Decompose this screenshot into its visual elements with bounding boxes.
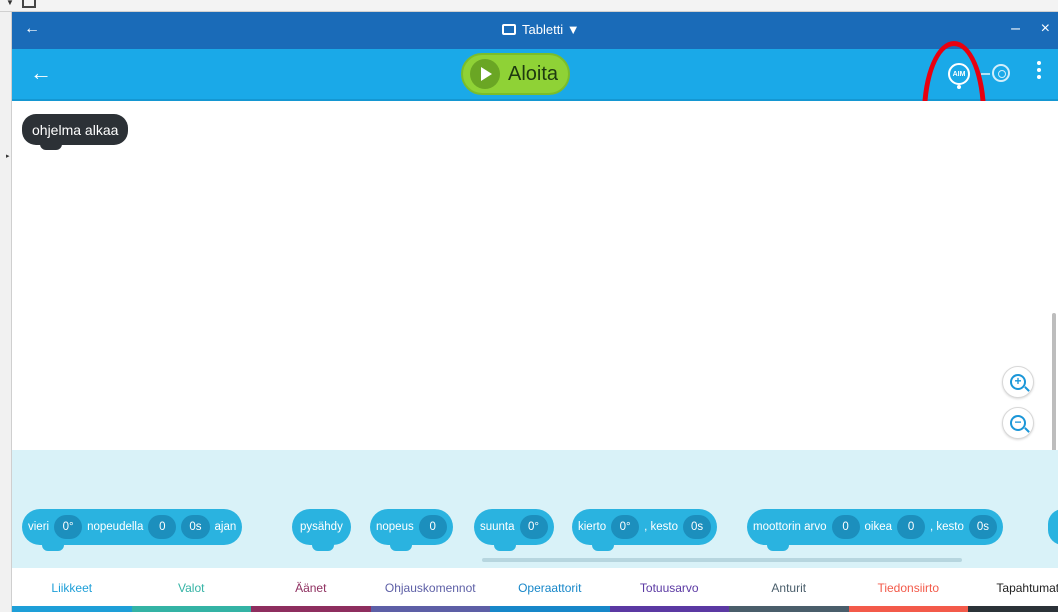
roll-block[interactable]: vieri 0° nopeudella 0 0s ajan xyxy=(22,509,243,551)
window-titlebar: ← Tabletti ▼ – × xyxy=(12,12,1058,49)
next-block-partial[interactable] xyxy=(1048,509,1058,545)
tab-7[interactable]: Anturit xyxy=(729,568,849,612)
tab-label: Totuusarvo xyxy=(639,581,699,595)
tab-color-bar xyxy=(609,606,729,612)
speed-value-field[interactable]: 0 xyxy=(418,515,447,539)
collapse-caret-icon: ▼ xyxy=(6,0,14,7)
play-icon xyxy=(470,59,500,89)
tab-color-bar xyxy=(131,606,251,612)
stop-block[interactable]: pysähdy xyxy=(292,509,351,551)
background-checkbox xyxy=(22,0,36,8)
block-text: vieri xyxy=(28,521,50,533)
right-motor-field[interactable]: 0 xyxy=(897,515,926,539)
palette-scrollbar[interactable] xyxy=(482,558,962,562)
block-text: nopeudella xyxy=(87,521,144,533)
tab-color-bar xyxy=(729,606,849,612)
zoom-out-icon: − xyxy=(1010,415,1026,431)
device-selector-label: Tabletti ▼ xyxy=(522,22,580,37)
toolbar-divider xyxy=(981,73,990,75)
tab-5[interactable]: Operaattorit xyxy=(490,568,610,612)
background-window-edge: ▸ xyxy=(0,12,12,612)
program-canvas[interactable]: ohjelma alkaa + − xyxy=(12,101,1058,463)
block-text: , kesto xyxy=(930,521,964,533)
block-text: suunta xyxy=(480,521,515,533)
heading-value-field[interactable]: 0° xyxy=(519,515,548,539)
start-program-button[interactable]: Aloita xyxy=(461,53,570,95)
spin-angle-field[interactable]: 0° xyxy=(611,515,640,539)
tab-label: Anturit xyxy=(771,581,807,595)
heading-block[interactable]: suunta 0° xyxy=(474,509,554,551)
speed-field[interactable]: 0 xyxy=(148,515,177,539)
device-selector[interactable]: Tabletti ▼ xyxy=(502,22,580,37)
block-text: pysähdy xyxy=(300,521,343,533)
tab-2[interactable]: Valot xyxy=(131,568,251,612)
app-toolbar: ← Aloita AIM xyxy=(12,41,1058,187)
background-marker-icon: ▸ xyxy=(6,153,10,160)
robot-settings-icon[interactable] xyxy=(992,64,1010,82)
close-button[interactable]: × xyxy=(1041,20,1050,38)
block-text: , kesto xyxy=(644,521,679,533)
tab-label: Ohjauskomennot xyxy=(384,581,476,595)
tab-color-bar xyxy=(490,606,610,612)
raw-motor-block[interactable]: moottorin arvo 0 oikea 0 , kesto 0s xyxy=(747,509,1004,551)
app-window: ← Tabletti ▼ – × ← Aloita AIM ohjelma al… xyxy=(12,12,1058,612)
tab-color-bar xyxy=(251,606,371,612)
block-text: kierto xyxy=(578,521,607,533)
tab-label: Liikkeet xyxy=(51,581,93,595)
tab-label: Operaattorit xyxy=(518,581,582,595)
tab-label: Tiedonsiirto xyxy=(877,581,940,595)
tab-4[interactable]: Ohjauskomennot xyxy=(370,568,490,612)
duration-field[interactable]: 0s xyxy=(181,515,210,539)
canvas-scrollbar[interactable] xyxy=(1052,313,1056,463)
program-start-block[interactable]: ohjelma alkaa xyxy=(22,114,129,150)
spin-duration-field[interactable]: 0s xyxy=(683,515,712,539)
window-back-button[interactable]: ← xyxy=(24,20,40,38)
more-options-button[interactable] xyxy=(1036,61,1042,82)
background-window-strip: ▼ xyxy=(0,0,1058,12)
block-text: ajan xyxy=(214,521,237,533)
spin-block[interactable]: kierto 0° , kesto 0s xyxy=(572,509,718,551)
heading-field[interactable]: 0° xyxy=(54,515,83,539)
program-start-label: ohjelma alkaa xyxy=(32,121,119,138)
category-tabs: Liikkeet Valot Äänet Ohjauskomennot Operaatt… xyxy=(12,568,1058,612)
tab-label: Tapahtumat xyxy=(996,581,1058,595)
minimize-button[interactable]: – xyxy=(1011,20,1020,38)
tab-9[interactable]: Tapahtumat xyxy=(968,568,1058,612)
tab-color-bar xyxy=(848,606,968,612)
zoom-out-button[interactable]: − xyxy=(1002,407,1034,439)
start-program-label: Aloita xyxy=(508,62,559,85)
tab-color-bar xyxy=(968,606,1058,612)
tablet-icon xyxy=(502,24,516,35)
tab-3[interactable]: Äänet xyxy=(251,568,371,612)
tab-color-bar xyxy=(12,606,132,612)
block-text: moottorin arvo xyxy=(753,521,827,533)
zoom-in-button[interactable]: + xyxy=(1002,366,1034,398)
zoom-in-icon: + xyxy=(1010,374,1026,390)
block-text: oikea xyxy=(864,521,893,533)
speed-block[interactable]: nopeus 0 xyxy=(370,509,453,551)
tab-label: Valot xyxy=(178,581,205,595)
tab-label: Äänet xyxy=(295,581,327,595)
tab-color-bar xyxy=(370,606,490,612)
block-connector xyxy=(40,143,62,150)
back-arrow-button[interactable]: ← xyxy=(30,60,52,86)
motor-duration-field[interactable]: 0s xyxy=(968,515,998,539)
left-motor-field[interactable]: 0 xyxy=(831,515,860,539)
tab-6[interactable]: Totuusarvo xyxy=(609,568,729,612)
block-palette: vieri 0° nopeudella 0 0s ajan pysähdy no… xyxy=(12,450,1058,568)
block-text: nopeus xyxy=(376,521,414,533)
tab-8[interactable]: Tiedonsiirto xyxy=(848,568,968,612)
tab-1[interactable]: Liikkeet xyxy=(12,568,132,612)
